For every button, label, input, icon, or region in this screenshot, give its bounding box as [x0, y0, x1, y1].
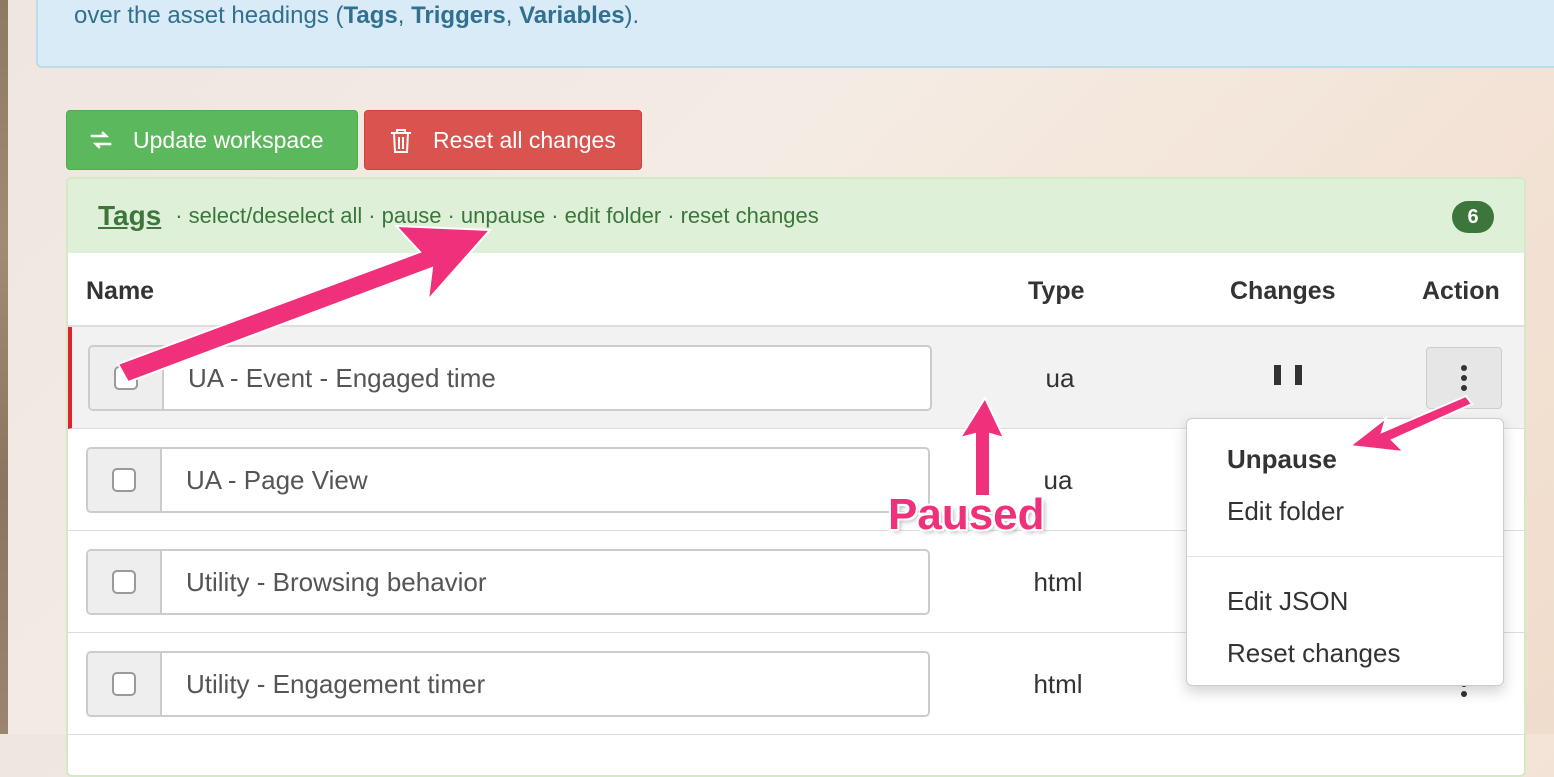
tag-count-badge: 6 [1452, 201, 1494, 233]
reset-changes-link[interactable]: reset changes [681, 203, 819, 229]
column-header-action: Action [1422, 277, 1500, 305]
separator: · [551, 203, 559, 228]
checkbox-cell [90, 347, 164, 409]
banner-tags: Tags [343, 2, 398, 29]
tag-name[interactable]: UA - Event - Engaged time [164, 347, 496, 409]
column-header-name: Name [86, 277, 155, 305]
action-menu-button[interactable] [1426, 347, 1502, 409]
unpause-link[interactable]: unpause [461, 203, 545, 229]
tag-name[interactable]: Utility - Engagement timer [162, 653, 485, 715]
banner-comma: , [397, 2, 412, 29]
banner-triggers: Triggers [411, 2, 506, 29]
checkbox-cell [88, 551, 162, 613]
table-header: Name Type Changes Action [68, 253, 1524, 327]
separator: · [175, 203, 183, 228]
action-dropdown-menu: Unpause Edit folder Edit JSON Reset chan… [1186, 418, 1504, 686]
banner-text-prefix: over the asset headings ( [74, 2, 344, 29]
row-checkbox[interactable] [112, 468, 136, 492]
exchange-arrows-icon [89, 128, 113, 152]
table-row: UA - Event - Engaged time ua [68, 327, 1524, 429]
menu-item-edit-json[interactable]: Edit JSON [1187, 575, 1503, 627]
reset-all-changes-button[interactable]: Reset all changes [364, 110, 642, 170]
separator: · [368, 203, 376, 228]
banner-comma: , [505, 2, 520, 29]
edit-folder-link[interactable]: edit folder [565, 203, 662, 229]
reset-all-changes-label: Reset all changes [433, 126, 616, 153]
update-workspace-button[interactable]: Update workspace [66, 110, 358, 170]
trash-icon [389, 128, 413, 153]
panel-header: Tags · select/deselect all · pause · unp… [68, 179, 1524, 253]
menu-item-unpause[interactable]: Unpause [1187, 433, 1503, 485]
tag-type: html [1033, 567, 1083, 597]
tag-name[interactable]: Utility - Browsing behavior [162, 551, 487, 613]
checkbox-cell [88, 449, 162, 511]
pause-link[interactable]: pause [382, 203, 442, 229]
column-header-changes: Changes [1230, 277, 1336, 305]
banner-variables: Variables [519, 2, 625, 29]
pause-icon [1274, 365, 1302, 393]
row-checkbox[interactable] [112, 672, 136, 696]
background-edge [0, 0, 8, 734]
select-deselect-all-link[interactable]: select/deselect all [189, 203, 363, 229]
info-banner: over the asset headings (Tags, Triggers,… [36, 0, 1554, 68]
banner-text-suffix: ). [624, 2, 640, 29]
tag-name[interactable]: UA - Page View [162, 449, 368, 511]
column-header-type: Type [1028, 277, 1085, 305]
vertical-dots-icon [1461, 365, 1467, 391]
checkbox-cell [88, 653, 162, 715]
menu-item-edit-folder[interactable]: Edit folder [1187, 485, 1503, 537]
tag-name-group: UA - Page View [86, 447, 930, 513]
tag-name-group: Utility - Browsing behavior [86, 549, 930, 615]
update-workspace-label: Update workspace [133, 126, 324, 153]
menu-item-reset-changes[interactable]: Reset changes [1187, 627, 1503, 679]
tag-name-group: UA - Event - Engaged time [88, 345, 932, 411]
paused-annotation: Paused [888, 490, 1045, 539]
row-checkbox[interactable] [112, 570, 136, 594]
tag-type: ua [1045, 363, 1075, 393]
panel-title-tags[interactable]: Tags [98, 200, 161, 232]
tag-name-group: Utility - Engagement timer [86, 651, 930, 717]
menu-divider [1187, 556, 1503, 557]
row-checkbox[interactable] [114, 366, 138, 390]
tag-type: html [1033, 669, 1083, 699]
separator: · [667, 203, 675, 228]
separator: · [447, 203, 455, 228]
